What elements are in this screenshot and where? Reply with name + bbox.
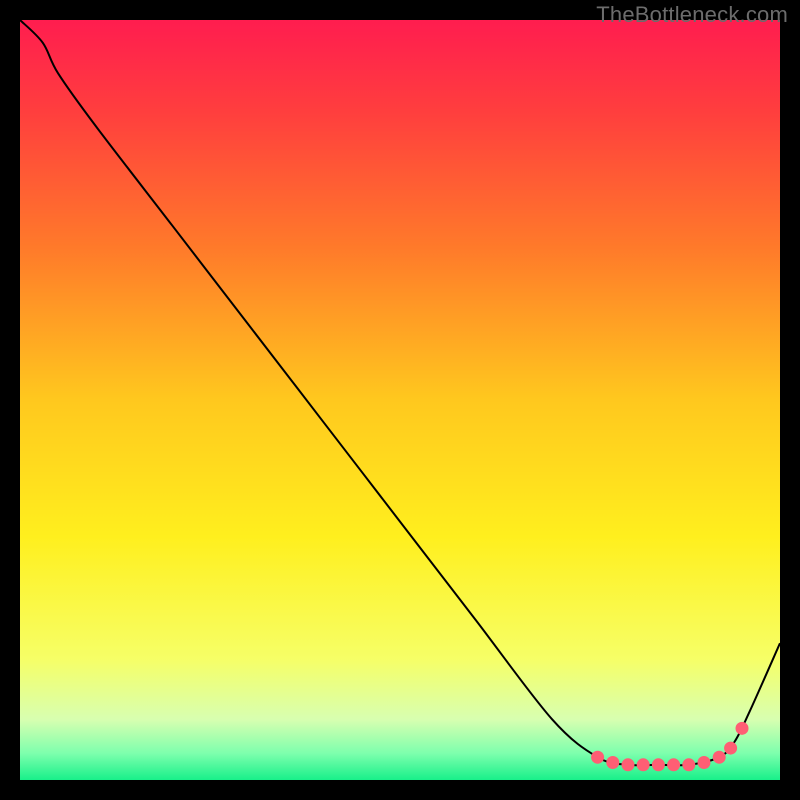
valley-marker xyxy=(698,756,711,769)
chart-svg xyxy=(20,20,780,780)
valley-marker xyxy=(622,758,635,771)
valley-marker xyxy=(591,751,604,764)
valley-marker xyxy=(713,751,726,764)
valley-marker xyxy=(667,758,680,771)
valley-marker xyxy=(606,756,619,769)
valley-marker xyxy=(682,758,695,771)
valley-marker xyxy=(724,742,737,755)
chart-frame: TheBottleneck.com xyxy=(0,0,800,800)
valley-marker xyxy=(637,758,650,771)
valley-marker xyxy=(736,722,749,735)
watermark-text: TheBottleneck.com xyxy=(596,2,788,28)
valley-marker xyxy=(652,758,665,771)
plot-area xyxy=(20,20,780,780)
gradient-background xyxy=(20,20,780,780)
